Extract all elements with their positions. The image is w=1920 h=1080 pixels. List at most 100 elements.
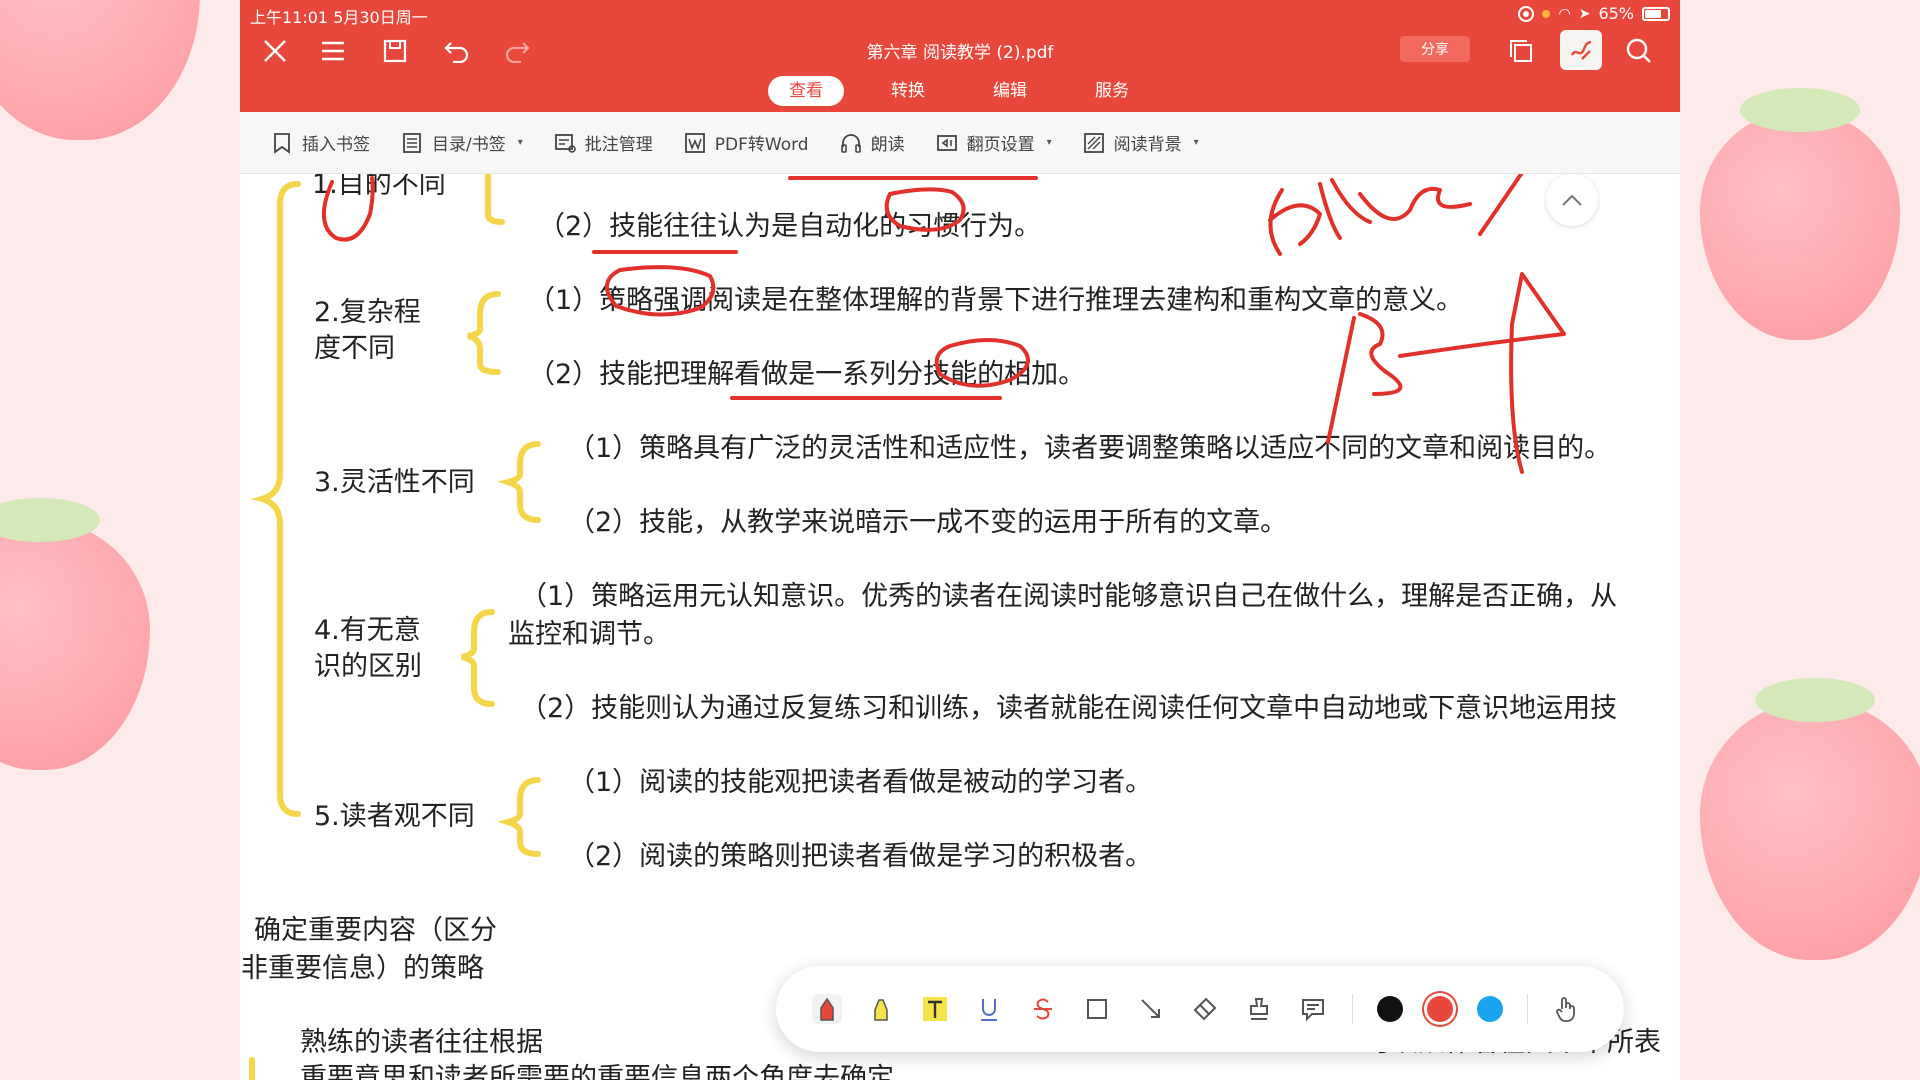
search-icon[interactable]: [1622, 34, 1656, 68]
title-bar: 上午11:01 5月30日周一 ◠ ➤ 65% 第六章 阅读教学 (2).pdf…: [240, 0, 1680, 112]
multi-window-icon[interactable]: [1504, 34, 1538, 68]
pen-icon: [820, 997, 834, 1021]
item-3-1: （1）策略具有广泛的灵活性和适应性，读者要调整策略以适应不同的文章和阅读目的。: [568, 433, 1612, 464]
collapse-toolbar-button[interactable]: [1546, 174, 1598, 226]
item-4-2: （2）技能则认为通过反复练习和训练，读者就能在阅读任何文章中自动地或下意识地运用…: [520, 693, 1618, 724]
pdf-reader-app: 上午11:01 5月30日周一 ◠ ➤ 65% 第六章 阅读教学 (2).pdf…: [240, 0, 1680, 1080]
reading-background-label: 阅读背景: [1113, 135, 1182, 155]
section-label-1: 1.目的不同: [312, 174, 446, 200]
section-label-2-line2: 度不同: [314, 333, 395, 364]
tab-convert[interactable]: 转换: [870, 76, 946, 106]
battery-icon: [1642, 6, 1670, 21]
word-icon: [684, 132, 705, 153]
bookmark-icon: [274, 132, 290, 154]
item-1-2: （2）技能往往认为是自动化的习惯行为。: [538, 211, 1042, 242]
page-turn-icon: [936, 134, 957, 151]
dropdown-caret-icon: ▾: [1046, 137, 1052, 148]
highlighter-icon: [874, 999, 888, 1021]
wifi-icon: ◠: [1558, 5, 1571, 22]
arrow-tool-button[interactable]: [1136, 994, 1166, 1024]
strawberry-decoration: [0, 520, 150, 770]
pdf-to-word-button[interactable]: PDF转Word: [683, 130, 809, 155]
reading-background-button[interactable]: 阅读背景 ▾: [1082, 130, 1199, 155]
stamp-icon: [1250, 998, 1268, 1020]
text-tool-button[interactable]: [920, 994, 950, 1024]
insert-bookmark-button[interactable]: 插入书签: [270, 130, 370, 155]
color-black[interactable]: [1377, 996, 1403, 1022]
pdf-to-word-label: PDF转Word: [714, 135, 809, 155]
view-toolbar: 插入书签 目录/书签 ▾ 批注管理 PDF转Word 朗读 翻页设置 ▾ 阅读背…: [240, 112, 1680, 174]
strawberry-decoration: [0, 0, 200, 140]
color-blue[interactable]: [1477, 996, 1503, 1022]
tab-edit[interactable]: 编辑: [972, 76, 1048, 106]
pen-mode-button[interactable]: [1560, 30, 1602, 70]
rectangle-icon: [1087, 999, 1107, 1019]
eraser-tool-button[interactable]: [1190, 994, 1220, 1024]
annotation-manage-button[interactable]: 批注管理: [553, 130, 653, 155]
paragraph-line-2: 重要意思和读者所需要的重要信息两个角度去确定: [300, 1063, 894, 1080]
read-aloud-button[interactable]: 朗读: [839, 130, 905, 155]
eraser-icon: [1193, 997, 1217, 1021]
toc-bookmark-label: 目录/书签: [432, 135, 506, 155]
paragraph-left: 熟练的读者往往根据: [300, 1027, 543, 1058]
strikethrough-tool-button[interactable]: [1028, 994, 1058, 1024]
annotation-toolbar: [776, 966, 1624, 1052]
hand-icon: [1556, 997, 1575, 1022]
status-indicators: ◠ ➤ 65%: [1518, 4, 1670, 23]
underline-tool-button[interactable]: [974, 994, 1004, 1024]
location-icon: ➤: [1578, 5, 1591, 22]
annotation-manage-label: 批注管理: [584, 135, 653, 155]
item-3-2: （2）技能，从教学来说暗示一成不变的运用于所有的文章。: [568, 507, 1288, 538]
heading-line-1: 确定重要内容（区分: [254, 915, 497, 946]
strawberry-decoration: [1700, 110, 1900, 340]
item-4-1-cont: 监控和调节。: [508, 619, 670, 650]
battery-level: 65%: [1598, 4, 1634, 23]
highlighter-tool-button[interactable]: [866, 994, 896, 1024]
hand-tool-button[interactable]: [1552, 994, 1582, 1024]
pdf-page[interactable]: 1.目的不同 2.复杂程 度不同 3.灵活性不同 4.有无意 识的区别 5.读者…: [240, 174, 1680, 1080]
screen-record-icon: [1518, 5, 1535, 22]
color-red-selected[interactable]: [1427, 996, 1453, 1022]
item-2-1: （1）策略强调阅读是在整体理解的背景下进行推理去建构和重构文章的意义。: [528, 285, 1464, 316]
item-5-2: （2）阅读的策略则把读者看做是学习的积极者。: [568, 841, 1153, 872]
headphones-icon: [840, 133, 861, 153]
stamp-tool-button[interactable]: [1244, 994, 1274, 1024]
arrow-icon: [1141, 999, 1160, 1018]
chevron-up-icon: [1562, 194, 1582, 206]
section-label-2-line1: 2.复杂程: [314, 297, 421, 328]
insert-bookmark-label: 插入书签: [302, 135, 370, 155]
pen-tool-button[interactable]: [812, 994, 842, 1024]
dropdown-caret-icon: ▾: [517, 137, 523, 148]
tab-service[interactable]: 服务: [1074, 76, 1150, 106]
heading-line-2: 和非重要信息）的策略: [240, 953, 484, 984]
mic-indicator-icon: [1542, 9, 1551, 18]
toolbar-divider: [1527, 994, 1528, 1024]
tab-view[interactable]: 查看: [768, 76, 844, 106]
pen-icon: [1570, 40, 1592, 60]
status-time: 上午11:01 5月30日周一: [250, 8, 428, 27]
item-4-1: （1）策略运用元认知意识。优秀的读者在阅读时能够意识自己在做什么，理解是否正确，…: [520, 581, 1618, 612]
toolbar-divider: [1352, 994, 1353, 1024]
strawberry-decoration: [1700, 700, 1920, 960]
item-5-1: （1）阅读的技能观把读者看做是被动的学习者。: [568, 767, 1153, 798]
page-turn-settings-button[interactable]: 翻页设置 ▾: [935, 130, 1052, 155]
rectangle-tool-button[interactable]: [1082, 994, 1112, 1024]
share-button[interactable]: 分享: [1400, 36, 1470, 62]
background-icon: [1083, 132, 1104, 153]
page-turn-settings-label: 翻页设置: [966, 135, 1035, 155]
section-label-5: 5.读者观不同: [314, 801, 475, 832]
list-icon: [403, 132, 421, 153]
section-label-3: 3.灵活性不同: [314, 467, 475, 498]
note-icon: [1302, 999, 1324, 1022]
underline-icon: [981, 999, 997, 1021]
section-label-4-line2: 识的区别: [314, 651, 422, 682]
mode-tabs: 查看 转换 编辑 服务: [240, 76, 1680, 106]
note-tool-button[interactable]: [1298, 994, 1328, 1024]
section-label-4-line1: 4.有无意: [314, 615, 421, 646]
strikethrough-icon: [1034, 998, 1052, 1020]
toc-bookmark-button[interactable]: 目录/书签 ▾: [400, 130, 523, 155]
annotation-icon: [554, 133, 576, 153]
item-2-2: （2）技能把理解看做是一系列分技能的相加。: [528, 359, 1086, 390]
text-icon: [923, 997, 947, 1021]
dropdown-caret-icon: ▾: [1193, 137, 1199, 148]
